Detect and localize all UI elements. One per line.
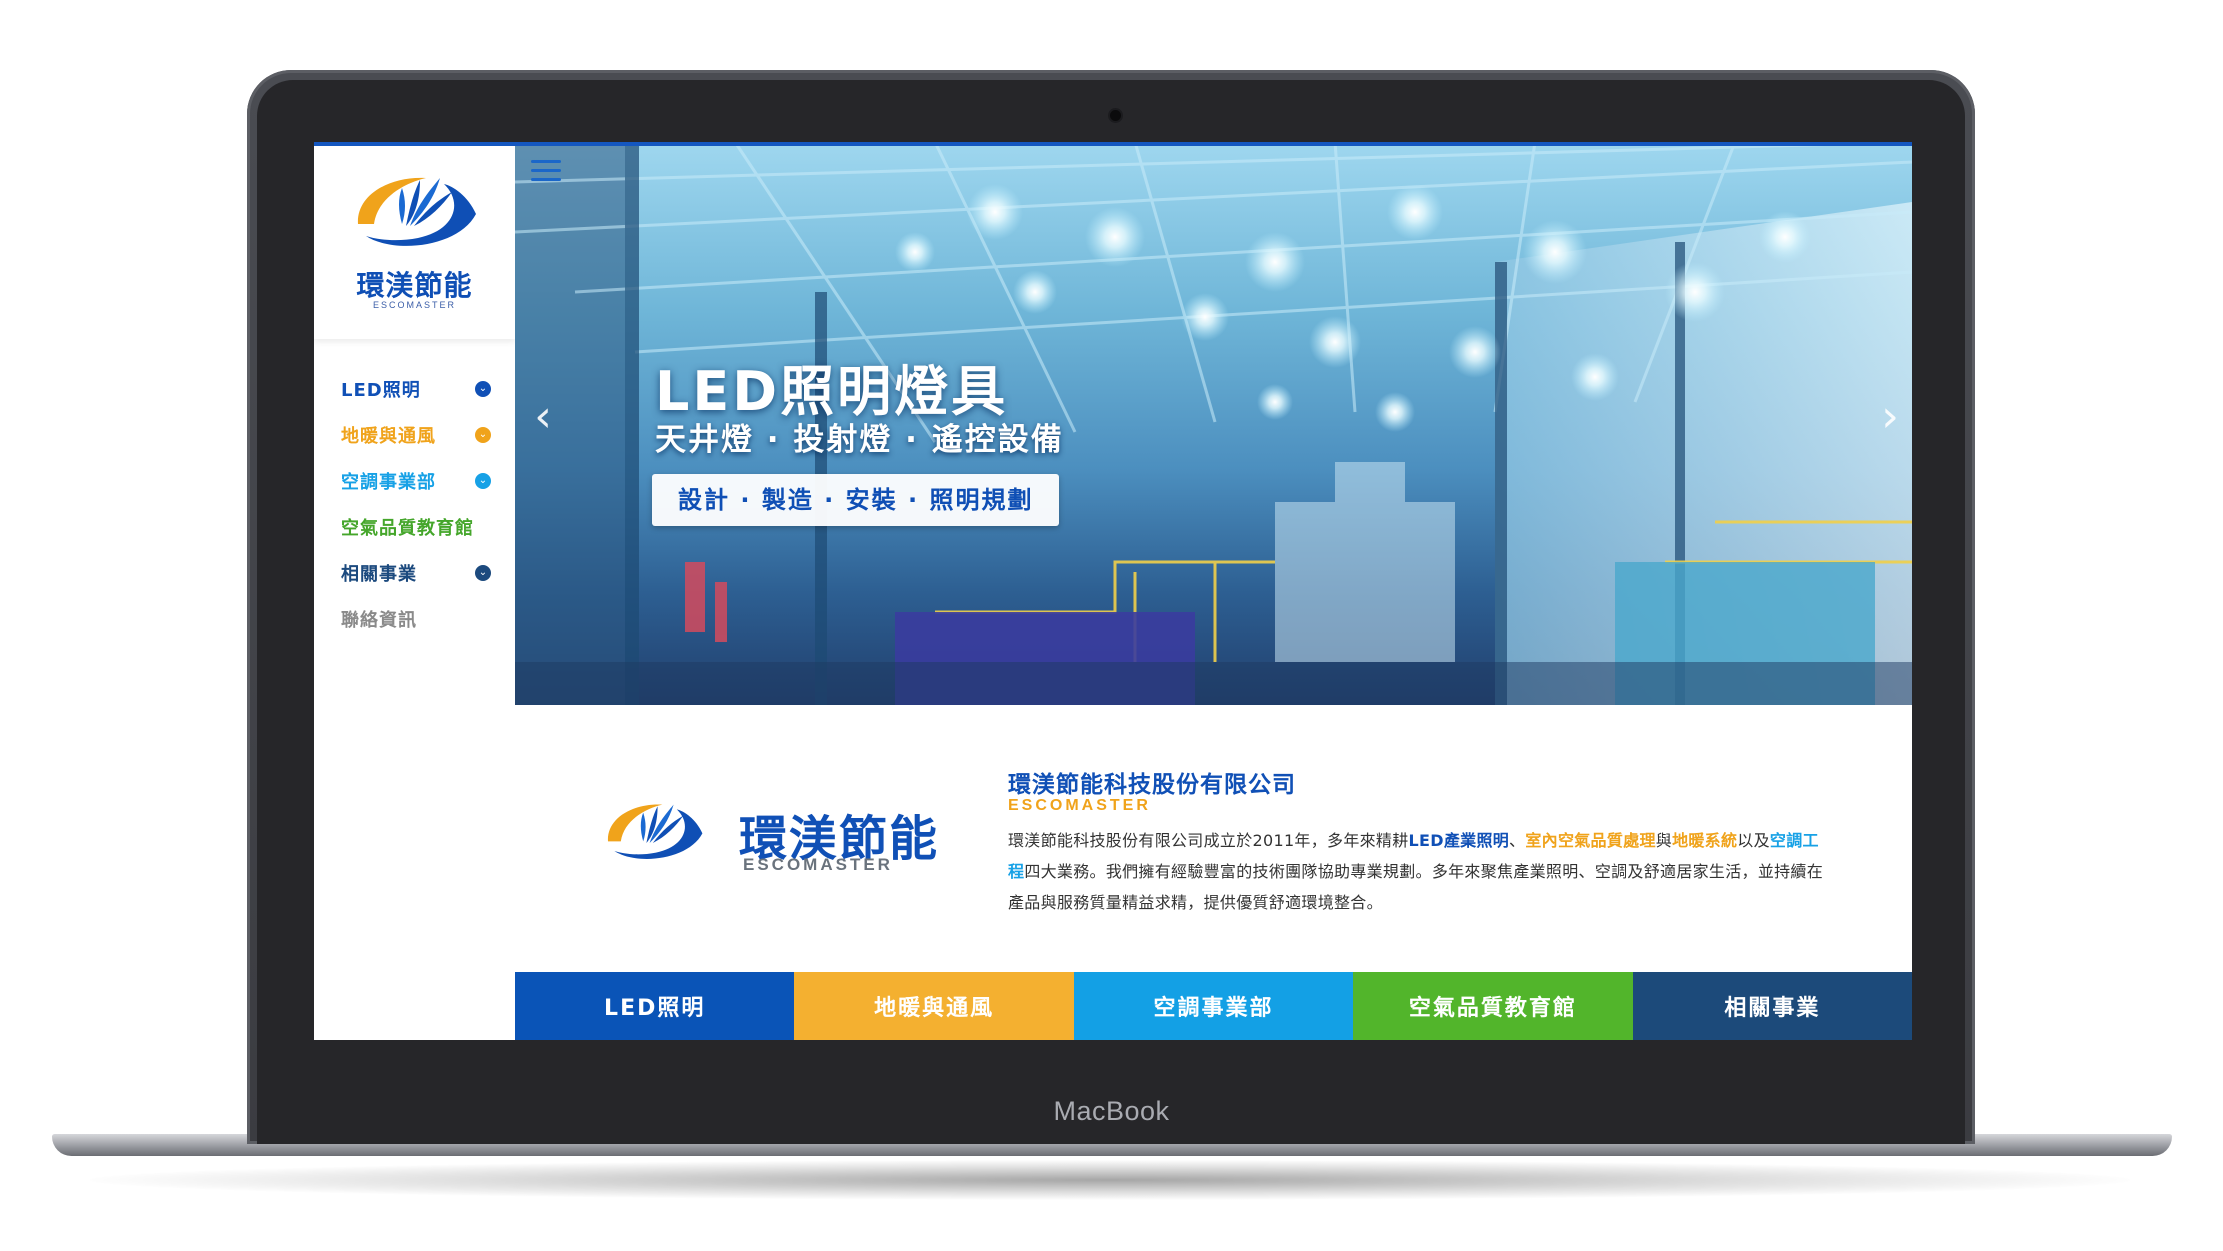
tab-floor-heating[interactable]: 地暖與通風 — [794, 972, 1074, 1040]
sidebar-item-contact[interactable]: 聯絡資訊 — [341, 596, 491, 642]
desc-text: 四大業務。我們擁有經驗豐富的技術團隊協助專業規劃。多年來聚焦產業照明、空調及舒適… — [1008, 862, 1824, 912]
sidebar: 環渼節能 ESCOMASTER LED照明 ⌄ 地暖與通風 ⌄ 空調事業部 ⌄ … — [314, 142, 515, 1040]
top-accent-line — [314, 142, 1912, 146]
sidebar-item-label: 地暖與通風 — [341, 426, 436, 447]
logo-swoosh-icon — [357, 177, 476, 246]
sidebar-item-led[interactable]: LED照明 ⌄ — [341, 366, 491, 412]
sidebar-item-label: 空氣品質教育館 — [341, 518, 474, 539]
sidebar-item-label: 相關事業 — [341, 564, 417, 585]
logo-name-cn: 環渼節能 — [356, 269, 473, 302]
hero-banner: ‹ › LED照明燈具 天井燈 · 投射燈 · 遙控設備 設計 · 製造 · 安… — [515, 142, 1912, 705]
tab-air-quality[interactable]: 空氣品質教育館 — [1353, 972, 1633, 1040]
desc-text: 、 — [1509, 831, 1526, 850]
company-name-en: ESCOMASTER — [1008, 797, 1151, 814]
company-intro: 環渼節能 ESCOMASTER 環渼節能科技股份有限公司 ESCOMASTER … — [515, 705, 1912, 972]
hero-tagline-pill: 設計 · 製造 · 安裝 · 照明規劃 — [652, 474, 1060, 526]
chevron-down-icon[interactable]: ⌄ — [475, 473, 491, 489]
chevron-left-icon[interactable]: ‹ — [529, 395, 557, 439]
hamburger-icon[interactable] — [531, 160, 561, 184]
chevron-down-icon[interactable]: ⌄ — [475, 381, 491, 397]
sidebar-item-related[interactable]: 相關事業 ⌄ — [341, 550, 491, 596]
sidebar-item-label: 聯絡資訊 — [341, 610, 417, 631]
company-name: 環渼節能科技股份有限公司 — [1008, 772, 1296, 798]
logo-swoosh-icon — [607, 804, 703, 859]
site-logo[interactable]: 環渼節能 ESCOMASTER — [314, 146, 515, 339]
desc-text: 以及 — [1737, 831, 1770, 850]
desc-text: 與 — [1655, 831, 1673, 850]
laptop-shadow — [90, 1160, 2130, 1200]
sidebar-item-air-conditioning[interactable]: 空調事業部 ⌄ — [341, 458, 491, 504]
hero-subtitle: 天井燈 · 投射燈 · 遙控設備 — [655, 422, 1064, 458]
sidebar-item-air-quality[interactable]: 空氣品質教育館 — [341, 504, 491, 550]
chevron-down-icon[interactable]: ⌄ — [475, 565, 491, 581]
sidebar-nav: LED照明 ⌄ 地暖與通風 ⌄ 空調事業部 ⌄ 空氣品質教育館 相關事業 ⌄ 聯… — [341, 366, 491, 642]
website-screen: 環渼節能 ESCOMASTER LED照明 ⌄ 地暖與通風 ⌄ 空調事業部 ⌄ … — [314, 142, 1912, 1040]
desc-highlight-led: LED產業照明 — [1408, 831, 1510, 850]
desc-highlight-floor-heating: 地暖系統 — [1672, 831, 1738, 850]
category-tabs: LED照明 地暖與通風 空調事業部 空氣品質教育館 相關事業 — [515, 972, 1912, 1040]
tab-air-conditioning[interactable]: 空調事業部 — [1073, 972, 1354, 1040]
sidebar-item-floor-heating[interactable]: 地暖與通風 ⌄ — [341, 412, 491, 458]
camera-icon — [1110, 110, 1121, 121]
device-brand-label: MacBook — [1053, 1096, 1170, 1126]
logo-name-en: ESCOMASTER — [372, 300, 456, 310]
tab-led[interactable]: LED照明 — [515, 972, 795, 1040]
chevron-right-icon[interactable]: › — [1876, 395, 1904, 439]
desc-highlight-air: 室內空氣品質處理 — [1525, 831, 1656, 850]
tab-related[interactable]: 相關事業 — [1632, 972, 1912, 1040]
sidebar-item-label: LED照明 — [341, 380, 421, 401]
sidebar-item-label: 空調事業部 — [341, 472, 436, 493]
chevron-down-icon[interactable]: ⌄ — [475, 427, 491, 443]
company-description: 環渼節能科技股份有限公司成立於2011年，多年來精耕LED產業照明、室內空氣品質… — [1008, 825, 1828, 918]
intro-logo-name-en: ESCOMASTER — [743, 855, 893, 874]
desc-text: 環渼節能科技股份有限公司成立於2011年，多年來精耕 — [1008, 831, 1409, 850]
